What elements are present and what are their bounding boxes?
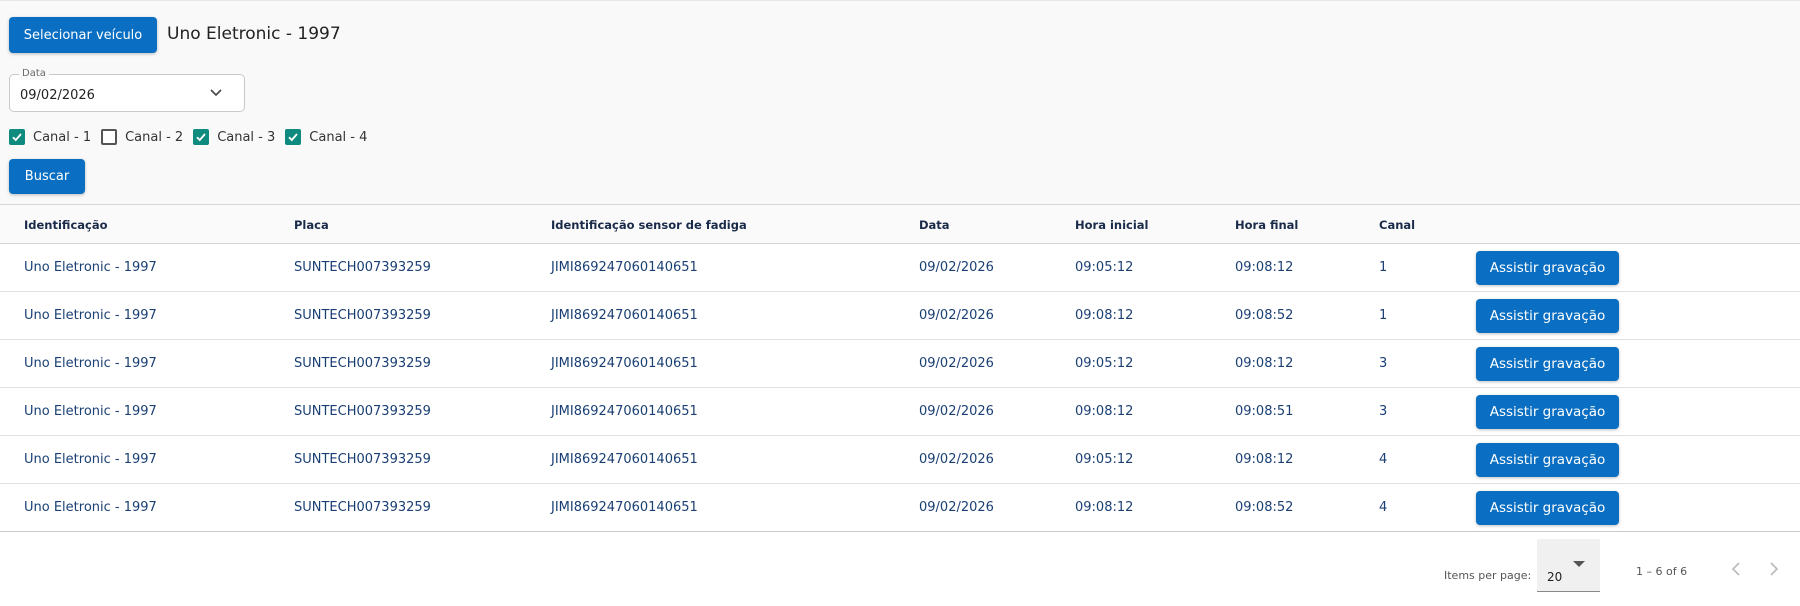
- channel-checkbox-3[interactable]: Canal - 3: [193, 129, 275, 145]
- table-row: Uno Eletronic - 1997 SUNTECH007393259 JIMI…: [0, 388, 1800, 436]
- cell-plate: SUNTECH007393259: [294, 452, 431, 467]
- cell-sensor-id: JIMI869247060140651: [551, 260, 698, 275]
- cell-start-time: 09:05:12: [1075, 260, 1134, 275]
- cell-end-time: 09:08:52: [1235, 500, 1294, 515]
- cell-sensor-id: JIMI869247060140651: [551, 500, 698, 515]
- cell-end-time: 09:08:12: [1235, 356, 1294, 371]
- cell-end-time: 09:08:12: [1235, 260, 1294, 275]
- checkbox-icon[interactable]: [285, 129, 302, 145]
- cell-plate: SUNTECH007393259: [294, 500, 431, 515]
- cell-channel: 4: [1379, 500, 1388, 515]
- watch-recording-button[interactable]: Assistir gravação: [1476, 395, 1619, 429]
- cell-sensor-id: JIMI869247060140651: [551, 404, 698, 419]
- column-header[interactable]: Data: [919, 218, 950, 232]
- cell-plate: SUNTECH007393259: [294, 404, 431, 419]
- recordings-table: Identificação Placa Identificação sensor…: [0, 204, 1800, 532]
- cell-sensor-id: JIMI869247060140651: [551, 452, 698, 467]
- column-header[interactable]: Identificação sensor de fadiga: [551, 218, 747, 232]
- vehicle-name: Uno Eletronic - 1997: [167, 24, 341, 44]
- cell-end-time: 09:08:51: [1235, 404, 1294, 419]
- column-header[interactable]: Hora inicial: [1075, 218, 1149, 232]
- cell-identification: Uno Eletronic - 1997: [24, 356, 157, 371]
- cell-plate: SUNTECH007393259: [294, 308, 431, 323]
- items-per-page-select[interactable]: 20: [1537, 539, 1600, 592]
- date-select[interactable]: Data 09/02/2026: [9, 68, 245, 112]
- date-label: Data: [19, 68, 49, 80]
- cell-date: 09/02/2026: [919, 356, 994, 371]
- watch-recording-button[interactable]: Assistir gravação: [1476, 299, 1619, 333]
- table-row: Uno Eletronic - 1997 SUNTECH007393259 JIMI…: [0, 436, 1800, 484]
- checkbox-icon[interactable]: [101, 129, 118, 145]
- table-row: Uno Eletronic - 1997 SUNTECH007393259 JIMI…: [0, 340, 1800, 388]
- cell-date: 09/02/2026: [919, 260, 994, 275]
- filter-panel: Selecionar veículo Uno Eletronic - 1997 …: [0, 0, 1800, 204]
- cell-identification: Uno Eletronic - 1997: [24, 452, 157, 467]
- items-per-page-value: 20: [1547, 570, 1563, 584]
- select-vehicle-button[interactable]: Selecionar veículo: [9, 17, 157, 53]
- cell-start-time: 09:05:12: [1075, 452, 1134, 467]
- channel-checkbox-1[interactable]: Canal - 1: [9, 129, 91, 145]
- table-row: Uno Eletronic - 1997 SUNTECH007393259 JIMI…: [0, 484, 1800, 532]
- cell-channel: 1: [1379, 308, 1388, 323]
- checkbox-icon[interactable]: [193, 129, 210, 145]
- cell-plate: SUNTECH007393259: [294, 260, 431, 275]
- cell-date: 09/02/2026: [919, 500, 994, 515]
- cell-identification: Uno Eletronic - 1997: [24, 500, 157, 515]
- date-value: 09/02/2026: [20, 88, 95, 103]
- table-row: Uno Eletronic - 1997 SUNTECH007393259 JIMI…: [0, 244, 1800, 292]
- cell-date: 09/02/2026: [919, 308, 994, 323]
- cell-end-time: 09:08:52: [1235, 308, 1294, 323]
- items-per-page-label: Items per page:: [1444, 569, 1532, 582]
- channel-checkbox-2[interactable]: Canal - 2: [101, 129, 183, 145]
- chevron-down-icon: [210, 89, 222, 97]
- caret-down-icon: [1573, 561, 1585, 567]
- watch-recording-button[interactable]: Assistir gravação: [1476, 443, 1619, 477]
- cell-channel: 3: [1379, 356, 1388, 371]
- cell-date: 09/02/2026: [919, 452, 994, 467]
- cell-start-time: 09:08:12: [1075, 308, 1134, 323]
- channel-checkbox-4[interactable]: Canal - 4: [285, 129, 367, 145]
- page-range-label: 1 – 6 of 6: [1636, 565, 1688, 578]
- cell-identification: Uno Eletronic - 1997: [24, 260, 157, 275]
- column-header[interactable]: Identificação: [24, 218, 108, 232]
- column-header[interactable]: Placa: [294, 218, 329, 232]
- cell-identification: Uno Eletronic - 1997: [24, 308, 157, 323]
- cell-start-time: 09:08:12: [1075, 404, 1134, 419]
- cell-sensor-id: JIMI869247060140651: [551, 356, 698, 371]
- channel-label: Canal - 1: [33, 129, 92, 145]
- channel-checkboxes: Canal - 1 Canal - 2 Canal - 3 Canal - 4: [9, 127, 377, 147]
- table-body: Uno Eletronic - 1997 SUNTECH007393259 JIMI…: [0, 244, 1800, 532]
- next-page-icon[interactable]: [1762, 557, 1786, 581]
- cell-sensor-id: JIMI869247060140651: [551, 308, 698, 323]
- cell-channel: 4: [1379, 452, 1388, 467]
- cell-date: 09/02/2026: [919, 404, 994, 419]
- cell-channel: 3: [1379, 404, 1388, 419]
- cell-end-time: 09:08:12: [1235, 452, 1294, 467]
- column-header[interactable]: Hora final: [1235, 218, 1298, 232]
- cell-channel: 1: [1379, 260, 1388, 275]
- cell-start-time: 09:05:12: [1075, 356, 1134, 371]
- watch-recording-button[interactable]: Assistir gravação: [1476, 251, 1619, 285]
- channel-label: Canal - 3: [217, 129, 276, 145]
- cell-identification: Uno Eletronic - 1997: [24, 404, 157, 419]
- channel-label: Canal - 2: [125, 129, 184, 145]
- table-row: Uno Eletronic - 1997 SUNTECH007393259 JIMI…: [0, 292, 1800, 340]
- checkbox-icon[interactable]: [9, 129, 25, 145]
- cell-plate: SUNTECH007393259: [294, 356, 431, 371]
- channel-label: Canal - 4: [309, 129, 368, 145]
- watch-recording-button[interactable]: Assistir gravação: [1476, 491, 1619, 525]
- watch-recording-button[interactable]: Assistir gravação: [1476, 347, 1619, 381]
- previous-page-icon[interactable]: [1724, 557, 1748, 581]
- search-button[interactable]: Buscar: [9, 159, 85, 194]
- paginator: Items per page: 20 1 – 6 of 6: [0, 533, 1800, 606]
- table-header: Identificação Placa Identificação sensor…: [0, 204, 1800, 244]
- cell-start-time: 09:08:12: [1075, 500, 1134, 515]
- column-header[interactable]: Canal: [1379, 218, 1415, 232]
